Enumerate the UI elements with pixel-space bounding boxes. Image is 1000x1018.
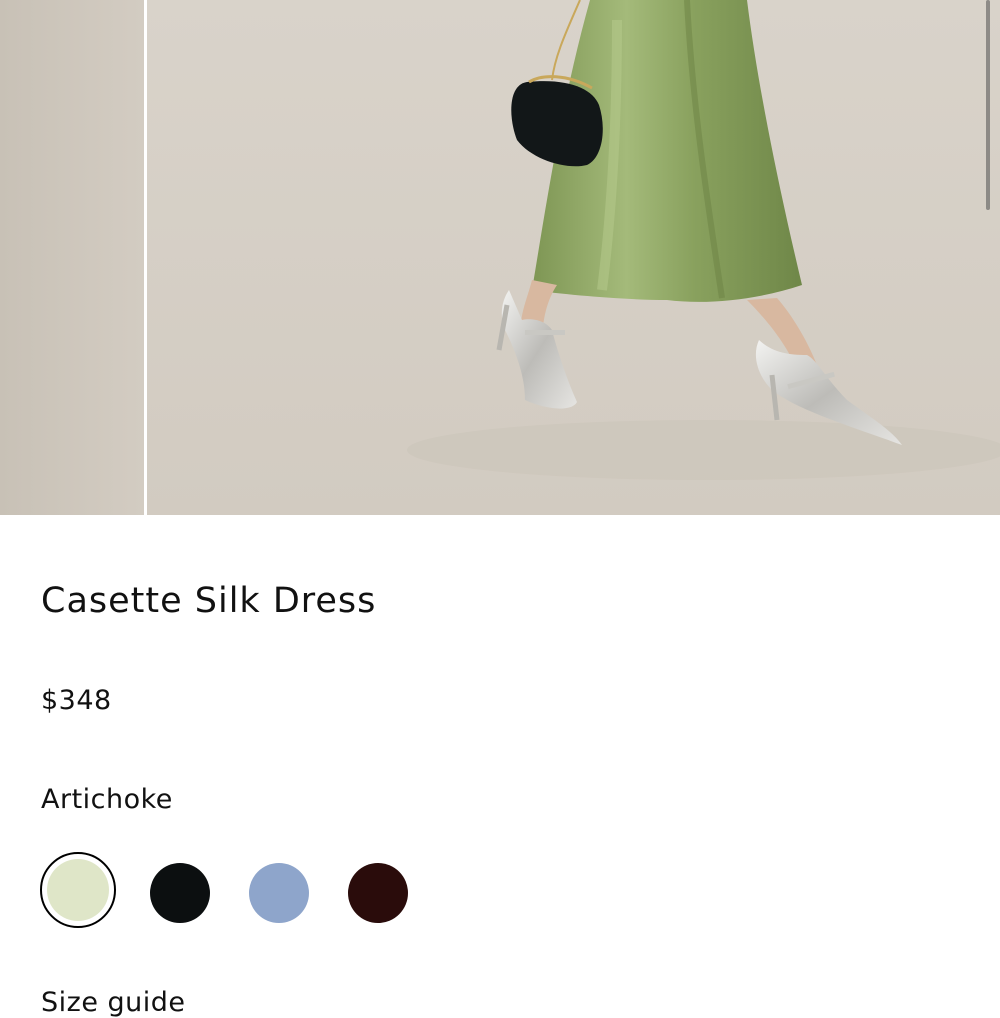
product-info-panel: Casette Silk Dress $348 Artichoke Size g… (0, 515, 1000, 1018)
swatch-artichoke-fill (47, 859, 109, 921)
product-price: $348 (41, 685, 112, 716)
selected-color-label: Artichoke (41, 784, 173, 815)
size-guide-link[interactable]: Size guide (41, 988, 186, 1018)
swatch-black[interactable] (150, 863, 210, 923)
product-title: Casette Silk Dress (41, 581, 377, 621)
page-scrollbar[interactable] (986, 0, 990, 210)
main-product-image[interactable] (147, 0, 1000, 515)
product-image-gallery[interactable] (0, 0, 1000, 515)
swatch-chocolate[interactable] (348, 863, 408, 923)
swatch-artichoke[interactable] (40, 852, 116, 928)
previous-product-image[interactable] (0, 0, 144, 515)
swatch-blue[interactable] (249, 863, 309, 923)
